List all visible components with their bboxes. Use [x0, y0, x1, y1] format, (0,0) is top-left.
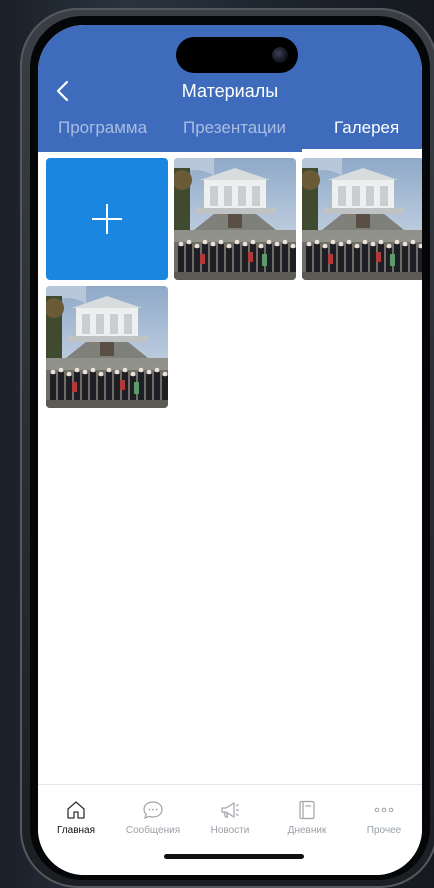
tabbar-label: Дневник: [287, 825, 327, 836]
tabbar-item-home[interactable]: Главная: [38, 799, 114, 836]
gallery-photo[interactable]: [46, 286, 168, 408]
tabbar-item-news[interactable]: Новости: [192, 799, 268, 836]
tab-program[interactable]: Программа: [58, 118, 147, 138]
tabbar-label: Сообщения: [125, 825, 181, 836]
more-dots-icon: [374, 807, 394, 813]
gallery-photo[interactable]: [174, 158, 296, 280]
add-photo-button[interactable]: [46, 158, 168, 280]
chat-bubble-icon: [143, 801, 163, 820]
megaphone-icon: [221, 802, 239, 818]
tabbar-item-more[interactable]: Прочее: [346, 799, 422, 836]
active-tab-indicator: [302, 149, 422, 152]
camera-icon: [272, 47, 288, 63]
dynamic-island: [176, 37, 298, 73]
home-icon: [67, 801, 85, 819]
bottom-tab-bar: Главная Сообщения Новости Дневник Прочее: [38, 784, 422, 875]
app-screen: Материалы Программа Презентации Галерея: [38, 25, 422, 875]
tabbar-label: Прочее: [366, 825, 402, 836]
tab-gallery[interactable]: Галерея: [334, 118, 399, 138]
tabbar-item-diary[interactable]: Дневник: [269, 799, 345, 836]
home-indicator[interactable]: [164, 854, 304, 859]
tabbar-label: Главная: [56, 825, 96, 836]
tabbar-item-messages[interactable]: Сообщения: [115, 799, 191, 836]
tab-presentations[interactable]: Презентации: [183, 118, 286, 138]
gallery-photo[interactable]: [302, 158, 422, 280]
notebook-icon: [299, 800, 315, 820]
tabbar-label: Новости: [210, 825, 250, 836]
plus-icon: [92, 204, 122, 234]
page-title: Материалы: [181, 81, 279, 101]
